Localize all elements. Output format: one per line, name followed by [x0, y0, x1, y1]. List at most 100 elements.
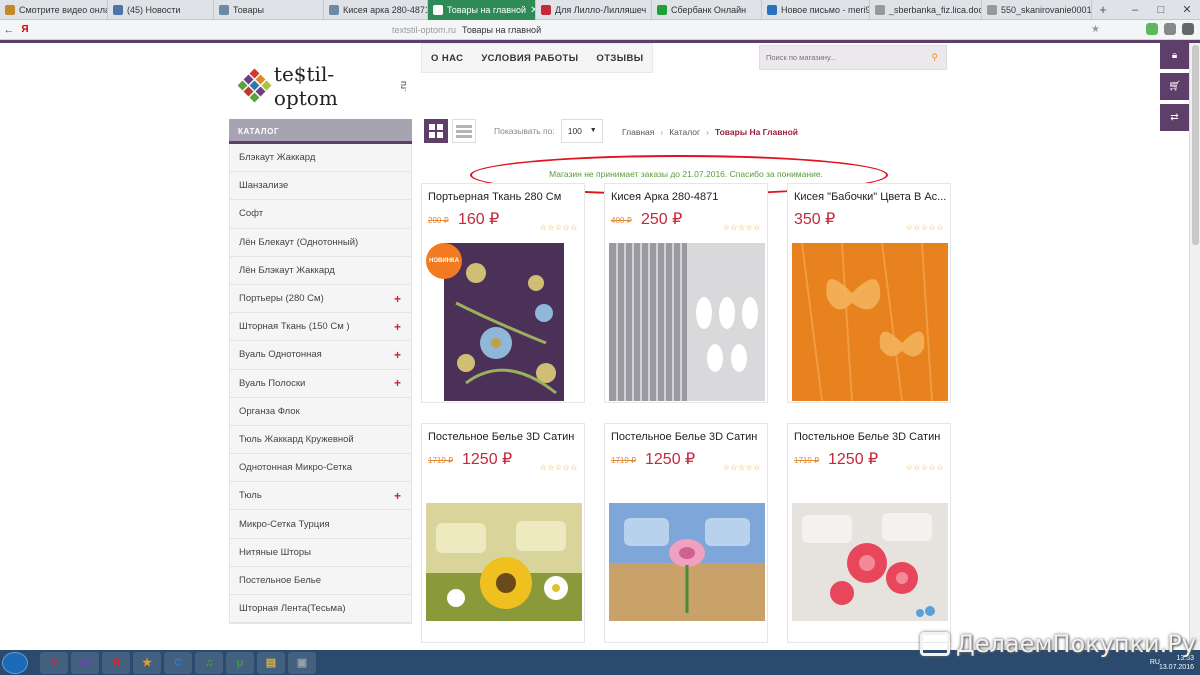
expand-plus-icon[interactable]: +	[394, 489, 401, 503]
browser-tab[interactable]: 550_skanirovanie0001.jp	[982, 0, 1092, 20]
expand-plus-icon[interactable]: +	[394, 320, 401, 334]
catalog-item[interactable]: Шторная Ткань (150 См ) +	[230, 313, 411, 342]
product-title[interactable]: Постельное Белье 3D Сатин	[794, 431, 948, 443]
taskbar-app-icon[interactable]: VS	[71, 651, 99, 674]
product-image[interactable]	[792, 243, 948, 401]
catalog-item[interactable]: Вуаль Однотонная +	[230, 341, 411, 370]
list-icon	[456, 124, 472, 138]
catalog-item[interactable]: Портьеры (280 См) +	[230, 285, 411, 314]
compare-icon[interactable]: ⇄	[1160, 104, 1189, 131]
expand-plus-icon[interactable]: +	[394, 292, 401, 306]
product-title[interactable]: Кисея Арка 280-4871	[611, 191, 765, 203]
start-button[interactable]	[2, 651, 28, 674]
back-arrow-icon[interactable]: ←	[0, 24, 18, 36]
taskbar-app-icon[interactable]: C	[164, 651, 192, 674]
product-image[interactable]	[426, 503, 582, 621]
grid-view-button[interactable]	[424, 119, 448, 143]
breadcrumb-home[interactable]: Главная	[622, 127, 654, 137]
taskbar-app-icon[interactable]: ★	[133, 651, 161, 674]
browser-tab[interactable]: _sberbanka_fiz.lica.docx	[870, 0, 982, 20]
catalog-item[interactable]: Вуаль Полоски +	[230, 370, 411, 398]
product-title[interactable]: Кисея "Бабочки" Цвета В Ас...	[794, 191, 948, 203]
browser-tab[interactable]: Товары	[214, 0, 324, 20]
nav-about[interactable]: О НАС	[422, 44, 472, 72]
product-card[interactable]: Кисея "Бабочки" Цвета В Ас... 350 ₽ ☆☆☆☆☆	[787, 183, 951, 403]
taskbar-app-icon[interactable]: Y	[40, 651, 68, 674]
catalog-sidebar: КАТАЛОГ Блэкаут Жаккард Шанзализе Софт Лён …	[229, 119, 412, 625]
breadcrumb-catalog[interactable]: Каталог	[669, 127, 700, 137]
product-card[interactable]: Постельное Белье 3D Сатин 1719 ₽ 1250 ₽ ☆☆☆…	[604, 423, 768, 643]
product-card[interactable]: Кисея Арка 280-4871 400 ₽ 250 ₽ ☆☆☆☆☆	[604, 183, 768, 403]
catalog-item-label: Лён Блекаут (Однотонный)	[239, 236, 359, 248]
close-window-icon[interactable]: ✕	[1174, 0, 1200, 19]
minimize-icon[interactable]: –	[1122, 0, 1148, 19]
catalog-item[interactable]: Лён Блекаут (Однотонный)	[230, 229, 411, 257]
scrollbar-thumb[interactable]	[1192, 45, 1199, 245]
nav-terms[interactable]: УСЛОВИЯ РАБОТЫ	[472, 44, 587, 72]
product-card[interactable]: Постельное Белье 3D Сатин 1719 ₽ 1250 ₽ ☆☆☆…	[421, 423, 585, 643]
taskbar-app-icon[interactable]: Я	[102, 651, 130, 674]
browser-tab[interactable]: Смотрите видео онлай	[0, 0, 108, 20]
browser-tab-label: Товары	[233, 5, 264, 15]
address-bar[interactable]: ← Я textstil-optom.ru Товары на главной …	[0, 20, 1200, 40]
catalog-item[interactable]: Тюль Жаккард Кружевной	[230, 426, 411, 455]
catalog-item[interactable]: Блэкаут Жаккард	[230, 144, 411, 173]
list-view-button[interactable]	[452, 119, 476, 143]
catalog-item[interactable]: Органза Флок	[230, 398, 411, 426]
url-page-title[interactable]: Товары на главной	[462, 25, 541, 35]
maximize-icon[interactable]: □	[1148, 0, 1174, 19]
protect-icon[interactable]	[1146, 23, 1158, 35]
rating-stars-icon[interactable]: ☆☆☆☆☆	[540, 463, 578, 472]
browser-tab[interactable]: Товары на главной✕	[428, 0, 536, 20]
product-title[interactable]: Постельное Белье 3D Сатин	[428, 431, 582, 443]
menu-icon[interactable]	[1182, 23, 1194, 35]
bookmark-star-icon[interactable]: ★	[1091, 24, 1100, 35]
catalog-item[interactable]: Тюль +	[230, 482, 411, 511]
search-input[interactable]	[760, 46, 920, 69]
yandex-logo-icon[interactable]: Я	[18, 24, 32, 35]
catalog-item[interactable]: Шанзализе	[230, 172, 411, 201]
rating-stars-icon[interactable]: ☆☆☆☆☆	[723, 223, 761, 232]
page-scrollbar[interactable]	[1189, 43, 1200, 650]
lock-icon[interactable]: 🔒︎	[1160, 42, 1189, 69]
catalog-item[interactable]: Однотонная Микро-Сетка	[230, 454, 411, 483]
taskbar-app-icon[interactable]: ♫	[195, 651, 223, 674]
new-tab-button[interactable]: +	[1092, 0, 1114, 19]
rating-stars-icon[interactable]: ☆☆☆☆☆	[906, 223, 944, 232]
site-logo[interactable]: te$til-optom .ru	[237, 62, 408, 110]
per-page-select[interactable]: 100 ▼	[560, 119, 603, 143]
catalog-item[interactable]: Софт	[230, 200, 411, 229]
browser-tab[interactable]: Для Лилло-Лилляшеч	[536, 0, 652, 20]
cart-icon[interactable]: 🛒︎	[1160, 73, 1189, 100]
url-host[interactable]: textstil-optom.ru	[392, 25, 456, 35]
product-title[interactable]: Постельное Белье 3D Сатин	[611, 431, 765, 443]
catalog-item[interactable]: Шторная Лента(Тесьма)	[230, 595, 411, 624]
store-search: ⚲	[759, 45, 947, 70]
taskbar-app-icon[interactable]: ▤	[257, 651, 285, 674]
product-image[interactable]	[609, 503, 765, 621]
product-title[interactable]: Портьерная Ткань 280 См	[428, 191, 582, 203]
rating-stars-icon[interactable]: ☆☆☆☆☆	[540, 223, 578, 232]
search-icon[interactable]: ⚲	[931, 52, 938, 63]
product-card[interactable]: Постельное Белье 3D Сатин 1719 ₽ 1250 ₽ ☆☆☆…	[787, 423, 951, 643]
catalog-item[interactable]: Микро-Сетка Турция	[230, 510, 411, 539]
nav-reviews[interactable]: ОТЗЫВЫ	[587, 44, 652, 72]
browser-tab[interactable]: Кисея арка 280-4871 ·	[324, 0, 428, 20]
product-card[interactable]: Портьерная Ткань 280 См 290 ₽ 160 ₽ ☆☆☆☆☆ НО…	[421, 183, 585, 403]
catalog-item[interactable]: Лён Блэкаут Жаккард	[230, 257, 411, 285]
browser-tab[interactable]: (45) Новости	[108, 0, 214, 20]
catalog-item[interactable]: Нитяные Шторы	[230, 539, 411, 567]
catalog-item[interactable]: Постельное Белье	[230, 567, 411, 595]
taskbar-app-icon[interactable]: ▣	[288, 651, 316, 674]
browser-tab[interactable]: Сбербанк Онлайн	[652, 0, 762, 20]
expand-plus-icon[interactable]: +	[394, 376, 401, 390]
expand-plus-icon[interactable]: +	[394, 348, 401, 362]
page-icon	[433, 5, 443, 15]
taskbar-app-icon[interactable]: μ	[226, 651, 254, 674]
rating-stars-icon[interactable]: ☆☆☆☆☆	[906, 463, 944, 472]
rating-stars-icon[interactable]: ☆☆☆☆☆	[723, 463, 761, 472]
product-image[interactable]	[609, 243, 765, 401]
download-icon[interactable]	[1164, 23, 1176, 35]
product-image[interactable]	[792, 503, 948, 621]
browser-tab[interactable]: Новое письмо - meri9	[762, 0, 870, 20]
